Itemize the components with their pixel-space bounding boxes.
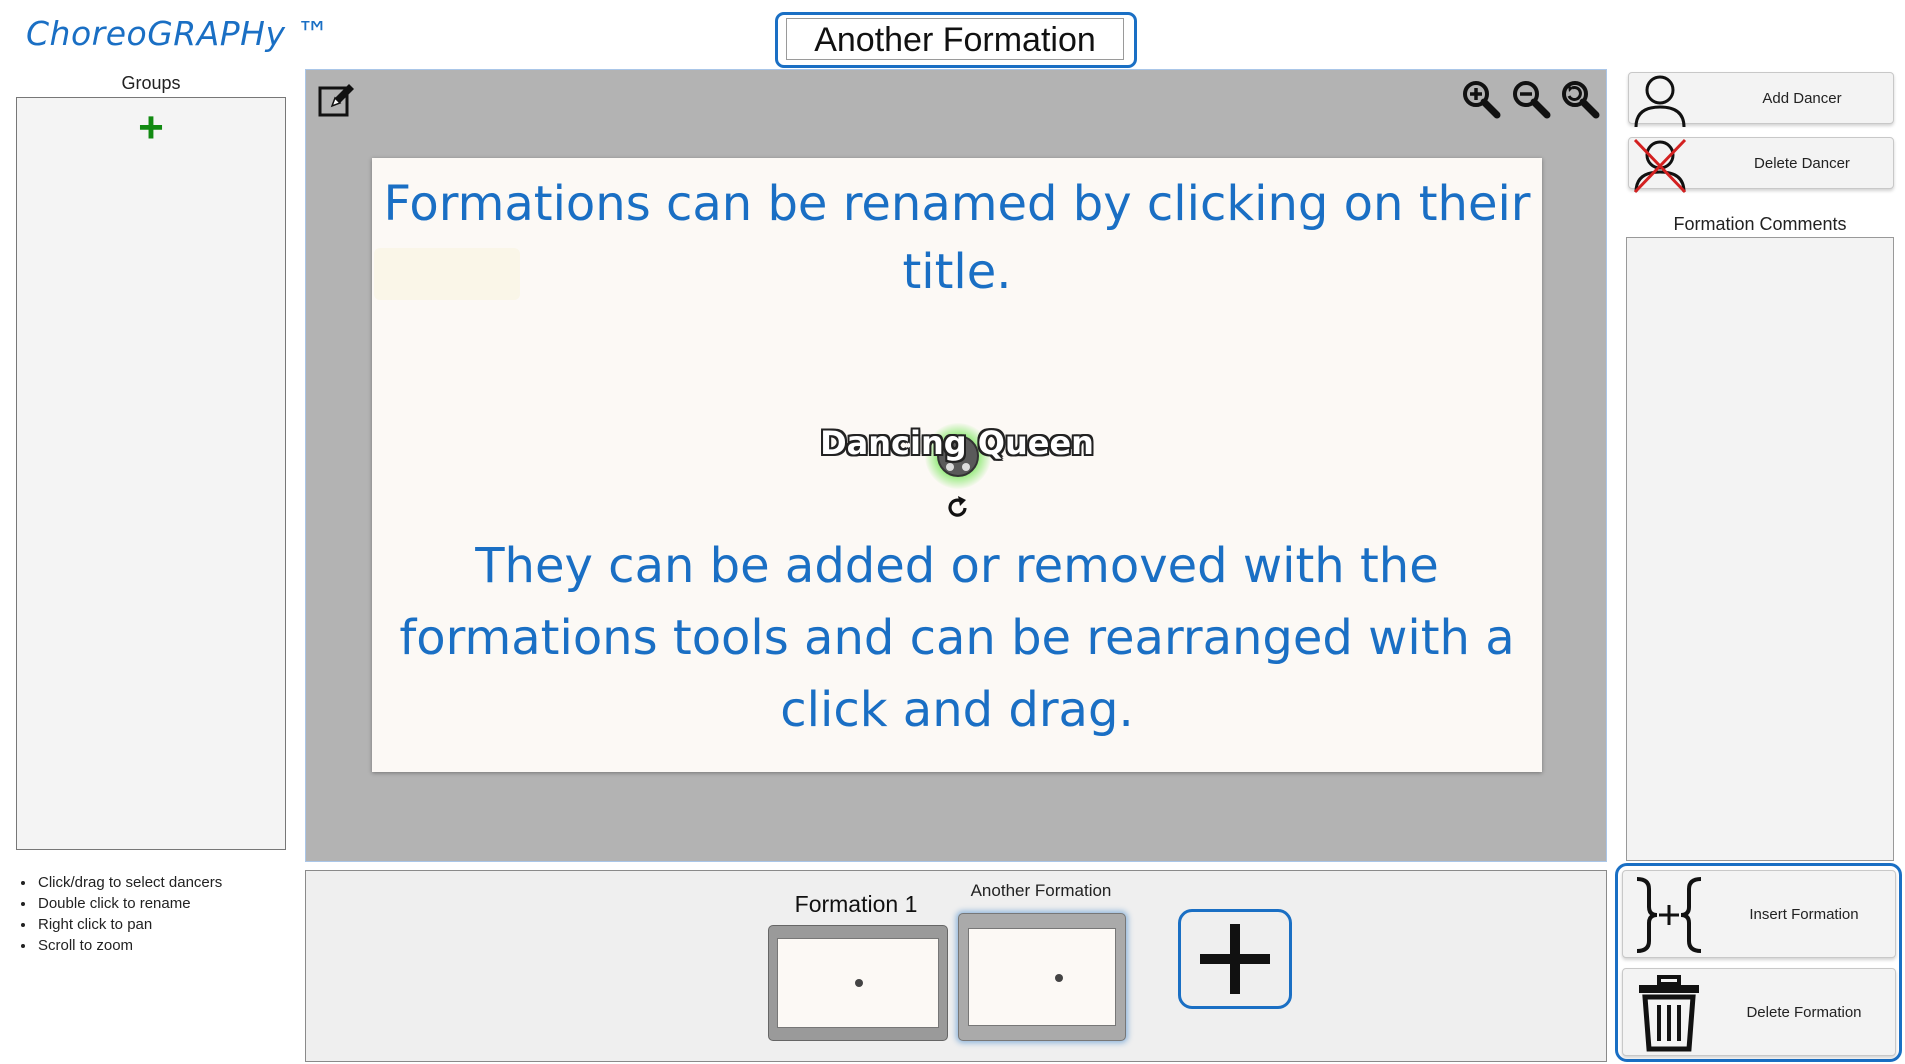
dancer-dot [855,979,863,987]
delete-dancer-button[interactable]: Delete Dancer [1628,137,1894,194]
formation-timeline: Formation 1 Another Formation [305,870,1607,1062]
formation-thumbnail-preview [968,928,1116,1026]
help-item: Click/drag to select dancers [36,872,278,893]
add-dancer-label: Add Dancer [1762,90,1842,107]
delete-formation-label: Delete Formation [1746,1004,1862,1021]
plus-icon [1200,924,1270,994]
person-icon [1634,75,1686,128]
formation-title-field[interactable]: Another Formation [786,18,1124,60]
zoom-in-icon[interactable] [1461,79,1501,119]
add-formation-button[interactable] [1178,909,1292,1009]
help-item: Double click to rename [36,893,278,914]
app-title: ChoreoGRAPHy ™ [26,14,331,53]
canvas-note: They can be added or removed with the fo… [399,538,1515,738]
insert-formation-icon [1636,877,1702,953]
zoom-reset-icon[interactable] [1560,79,1600,119]
groups-label: Groups [121,73,181,93]
formation-thumbnail-label[interactable]: Another Formation [951,881,1131,901]
stage-area[interactable]: Formations can be renamed by clicking on… [305,69,1607,862]
rotate-icon[interactable] [945,494,971,520]
trash-icon [1639,975,1699,1052]
insert-formation-label: Insert Formation [1749,906,1859,923]
formation-thumbnail-preview [777,938,939,1028]
comments-label: Formation Comments [1673,214,1847,234]
add-dancer-button[interactable]: Add Dancer [1628,72,1894,128]
help-item: Right click to pan [36,914,278,935]
add-group-button[interactable]: + [17,106,285,150]
zoom-out-icon[interactable] [1511,79,1551,119]
formation-thumbnail-selected[interactable] [958,913,1126,1041]
help-list: Click/drag to select dancers Double clic… [18,872,278,956]
delete-person-icon [1633,138,1687,194]
insert-formation-button[interactable]: Insert Formation [1622,870,1896,958]
edit-icon[interactable] [316,80,356,120]
dancer-dot [1055,974,1063,982]
help-item: Scroll to zoom [36,935,278,956]
canvas-note: Formations can be renamed by clicking on… [383,176,1531,300]
dancer-name[interactable]: Dancing Queen [757,424,1157,462]
formation-thumbnail-label[interactable]: Formation 1 [766,891,946,918]
comments-textarea[interactable] [1626,237,1894,861]
dancer-eye [962,463,970,471]
plus-icon: + [138,103,164,152]
formation-canvas[interactable]: Formations can be renamed by clicking on… [372,158,1542,772]
delete-dancer-label: Delete Dancer [1754,155,1850,172]
groups-panel: + [16,97,286,850]
dancer-eye [946,463,954,471]
formation-thumbnail[interactable] [768,925,948,1041]
delete-formation-button[interactable]: Delete Formation [1622,968,1896,1056]
